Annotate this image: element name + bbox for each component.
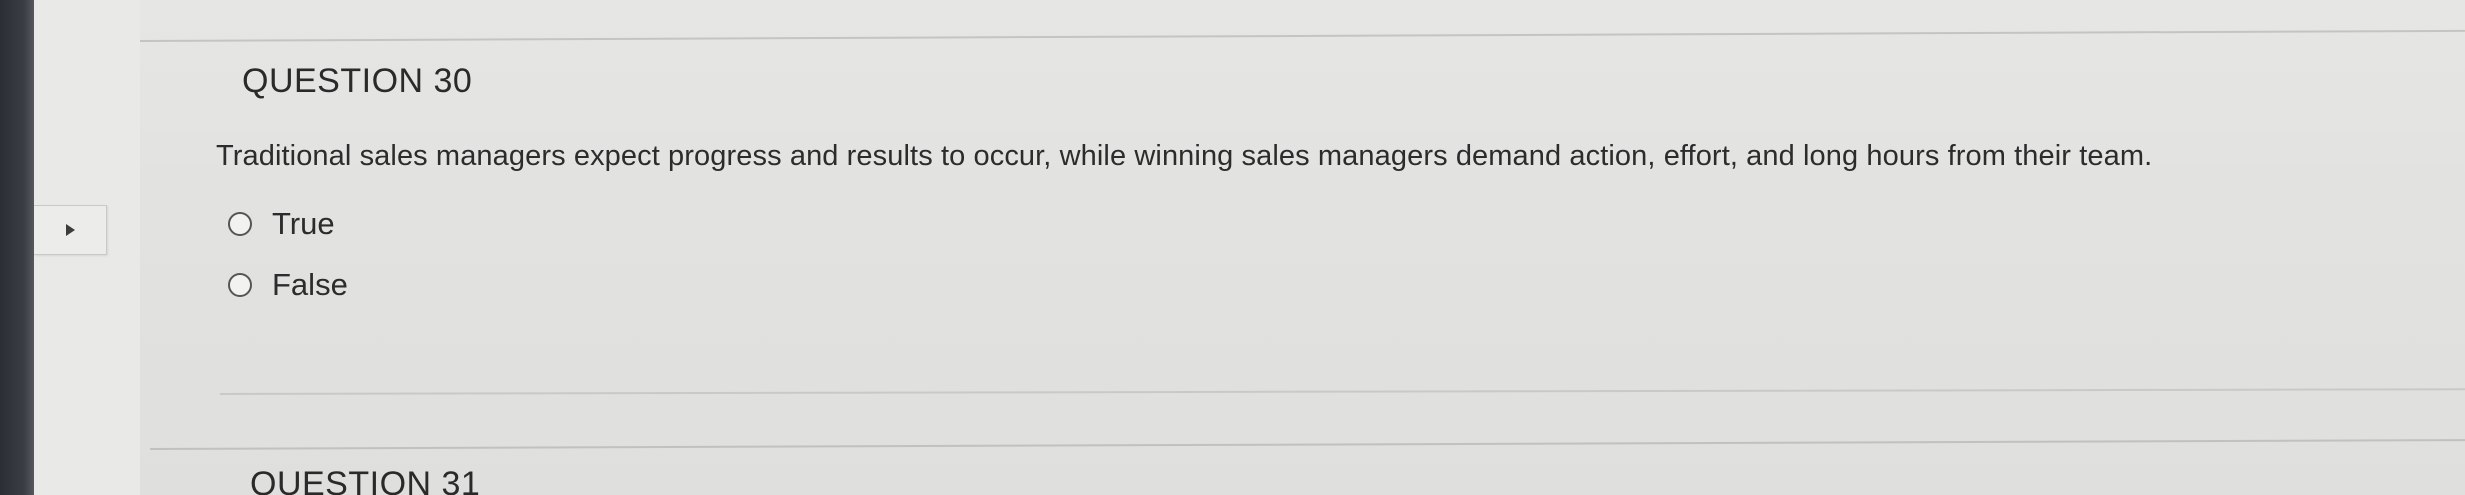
question-title: QUESTION 30 [242,62,473,100]
quiz-screen: QUESTION 30 Traditional sales managers e… [0,0,2465,495]
divider-bottom [150,439,2465,450]
divider-top [140,29,2465,42]
next-question-title: QUESTION 31 [250,465,481,495]
option-true[interactable]: True [228,206,335,242]
triangle-right-icon [65,224,75,236]
screen-bezel [0,0,34,495]
divider-middle [220,388,2465,395]
expand-toggle-button[interactable] [34,205,107,255]
radio-false[interactable] [228,273,252,297]
option-false[interactable]: False [228,267,348,303]
option-true-label: True [272,206,335,241]
question-text: Traditional sales managers expect progre… [216,140,2153,172]
option-false-label: False [272,267,348,302]
radio-true[interactable] [228,212,252,236]
